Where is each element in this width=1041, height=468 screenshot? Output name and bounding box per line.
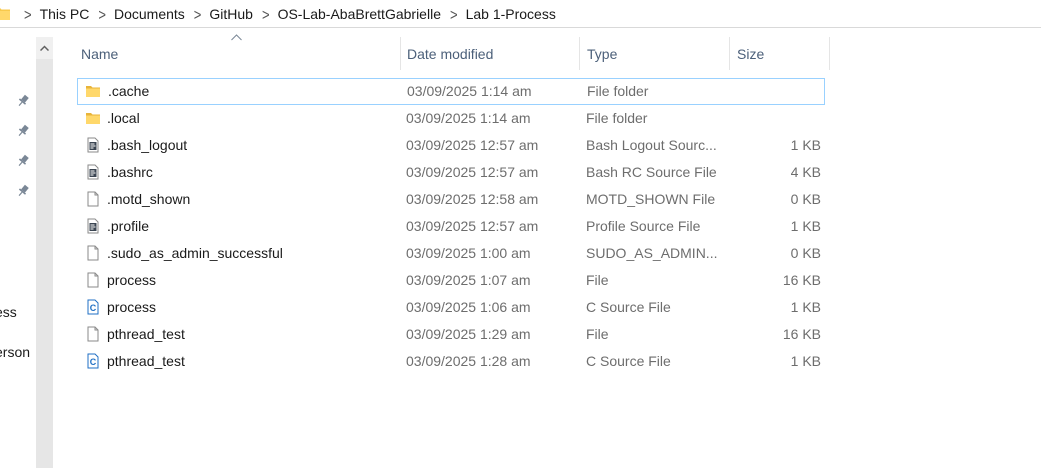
column-header-label: Date modified <box>407 45 494 62</box>
file-date-modified: 03/09/2025 12:58 am <box>406 191 539 207</box>
file-name: .local <box>107 110 140 126</box>
file-type: File <box>586 272 609 288</box>
file-name: .cache <box>108 83 150 99</box>
nav-item-label[interactable]: erson <box>0 344 30 360</box>
chevron-up-icon <box>40 45 49 51</box>
file-name: .sudo_as_admin_successful <box>107 245 283 261</box>
svg-text:C: C <box>90 357 97 367</box>
breadcrumb-github[interactable]: GitHub <box>209 6 253 22</box>
column-header-name[interactable]: Name <box>72 37 400 70</box>
file-name: .bashrc <box>107 164 153 180</box>
file-date-modified: 03/09/2025 1:29 am <box>406 326 531 342</box>
blank-file-icon <box>85 272 101 288</box>
file-size: 16 KB <box>782 326 821 342</box>
column-divider[interactable] <box>829 37 830 70</box>
file-row[interactable]: .bash_logout 03/09/2025 12:57 am Bash Logo… <box>77 132 825 159</box>
breadcrumb-this-pc[interactable]: This PC <box>40 6 90 22</box>
c-file-icon: C <box>85 299 101 315</box>
column-header-label: Size <box>737 45 765 62</box>
scroll-up-button[interactable] <box>36 37 53 59</box>
file-size: 1 KB <box>790 299 821 315</box>
blank-file-icon <box>85 245 101 261</box>
chevron-right-icon[interactable]: > <box>194 5 202 23</box>
file-type: File <box>586 326 609 342</box>
breadcrumb: > This PC > Documents > GitHub > OS-Lab-… <box>20 0 561 28</box>
script-file-icon <box>85 137 101 153</box>
blank-file-icon <box>85 191 101 207</box>
pin-icon[interactable] <box>16 184 30 198</box>
file-row[interactable]: .profile 03/09/2025 12:57 am Profile Sourc… <box>77 213 825 240</box>
file-name: pthread_test <box>107 326 185 342</box>
file-row[interactable]: .sudo_as_admin_successful 03/09/2025 1:00… <box>77 240 825 267</box>
file-date-modified: 03/09/2025 12:57 am <box>406 164 539 180</box>
nav-item-label[interactable]: ess <box>0 304 17 320</box>
file-date-modified: 03/09/2025 12:57 am <box>406 137 539 153</box>
file-date-modified: 03/09/2025 1:28 am <box>406 353 531 369</box>
address-bar[interactable]: > This PC > Documents > GitHub > OS-Lab-… <box>0 0 1041 28</box>
file-date-modified: 03/09/2025 1:06 am <box>406 299 531 315</box>
folder-icon <box>85 110 101 126</box>
scroll-thumb[interactable] <box>37 59 52 468</box>
file-name: process <box>107 299 157 315</box>
file-date-modified: 03/09/2025 1:00 am <box>406 245 531 261</box>
file-row[interactable]: .cache 03/09/2025 1:14 am File folder <box>77 78 825 105</box>
chevron-right-icon[interactable]: > <box>262 5 270 23</box>
file-size: 0 KB <box>790 245 821 261</box>
file-name: .motd_shown <box>107 191 191 207</box>
pin-icon[interactable] <box>16 94 30 108</box>
column-header-type[interactable]: Type <box>580 37 730 70</box>
file-row[interactable]: process 03/09/2025 1:07 am File 16 KB <box>77 267 825 294</box>
file-size: 1 KB <box>790 137 821 153</box>
chevron-right-icon[interactable]: > <box>98 5 106 23</box>
file-size: 0 KB <box>790 191 821 207</box>
column-header-size[interactable]: Size <box>730 37 830 70</box>
pin-icon[interactable] <box>16 154 30 168</box>
blank-file-icon <box>85 326 101 342</box>
file-type: C Source File <box>586 353 671 369</box>
pin-icon[interactable] <box>16 124 30 138</box>
file-type: Bash Logout Sourc... <box>586 137 717 153</box>
file-date-modified: 03/09/2025 1:14 am <box>407 83 532 99</box>
file-size: 1 KB <box>790 218 821 234</box>
file-name: process <box>107 272 157 288</box>
file-row[interactable]: .local 03/09/2025 1:14 am File folder <box>77 105 825 132</box>
file-size: 1 KB <box>790 353 821 369</box>
file-row[interactable]: .bashrc 03/09/2025 12:57 am Bash RC Source… <box>77 159 825 186</box>
breadcrumb-repo[interactable]: OS-Lab-AbaBrettGabrielle <box>278 6 441 22</box>
svg-text:C: C <box>90 303 97 313</box>
chevron-right-icon[interactable]: > <box>24 5 32 23</box>
script-file-icon <box>85 164 101 180</box>
file-type: C Source File <box>586 299 671 315</box>
file-size: 4 KB <box>790 164 821 180</box>
script-file-icon <box>85 218 101 234</box>
file-row[interactable]: .motd_shown 03/09/2025 12:58 am MOTD_SHOWN… <box>77 186 825 213</box>
navigation-pane: ess erson <box>0 28 36 468</box>
file-row[interactable]: Cprocess 03/09/2025 1:06 am C Source File 1… <box>77 294 825 321</box>
file-name: pthread_test <box>107 353 185 369</box>
file-date-modified: 03/09/2025 1:14 am <box>406 110 531 126</box>
folder-icon <box>85 83 101 99</box>
file-row[interactable]: pthread_test 03/09/2025 1:29 am File 16 KB <box>77 321 825 348</box>
file-type: File folder <box>586 110 648 126</box>
file-type: MOTD_SHOWN File <box>586 191 716 207</box>
column-header-date-modified[interactable]: Date modified <box>400 37 580 70</box>
breadcrumb-current-folder[interactable]: Lab 1-Process <box>466 6 556 22</box>
file-type: Profile Source File <box>586 218 701 234</box>
file-type: File folder <box>587 83 649 99</box>
folder-icon <box>0 8 10 20</box>
file-type: SUDO_AS_ADMIN... <box>586 245 718 261</box>
column-header-label: Type <box>587 45 618 62</box>
c-file-icon: C <box>85 353 101 369</box>
file-name: .profile <box>107 218 150 234</box>
file-size: 16 KB <box>782 272 821 288</box>
file-date-modified: 03/09/2025 1:07 am <box>406 272 531 288</box>
nav-scrollbar[interactable] <box>36 37 53 468</box>
file-type: Bash RC Source File <box>586 164 717 180</box>
file-row[interactable]: Cpthread_test 03/09/2025 1:28 am C Source … <box>77 348 825 375</box>
chevron-right-icon[interactable]: > <box>450 5 458 23</box>
column-header-label: Name <box>81 45 119 62</box>
breadcrumb-documents[interactable]: Documents <box>114 6 185 22</box>
file-name: .bash_logout <box>107 137 188 153</box>
file-date-modified: 03/09/2025 12:57 am <box>406 218 539 234</box>
